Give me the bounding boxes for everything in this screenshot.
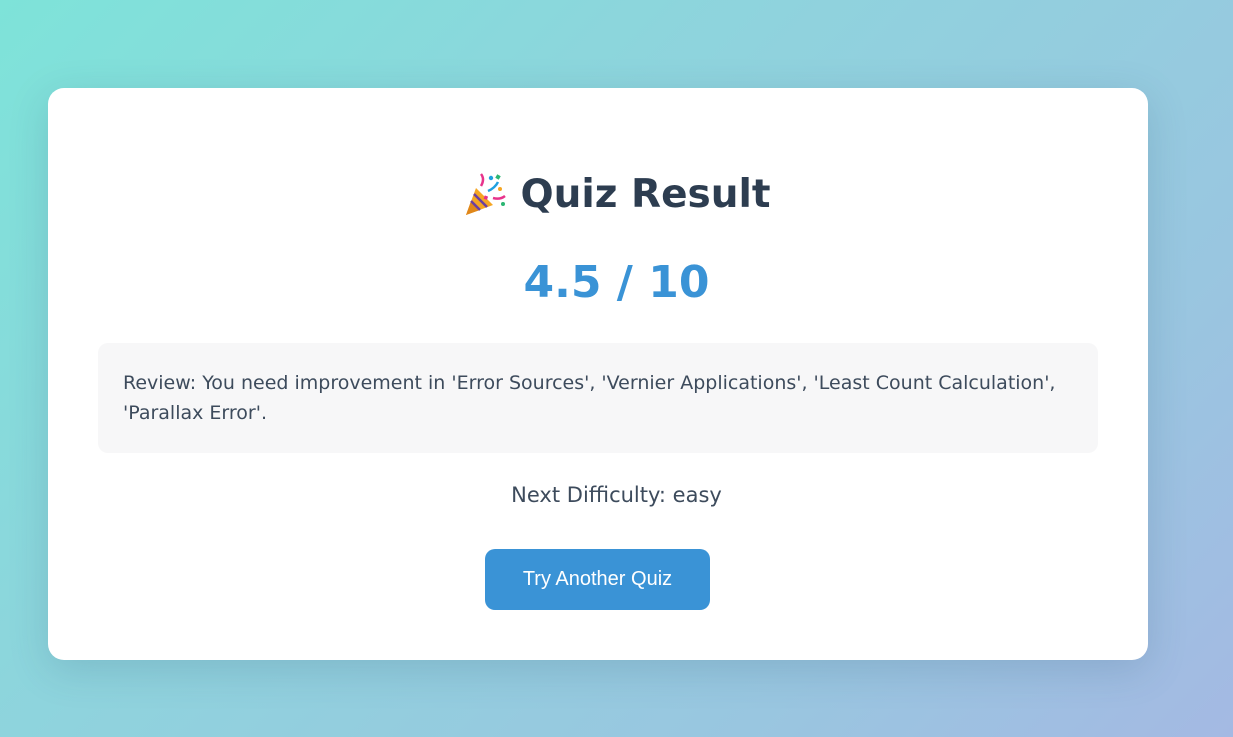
try-another-quiz-button[interactable]: Try Another Quiz [485, 549, 710, 610]
review-box: Review: You need improvement in 'Error S… [98, 343, 1098, 453]
score-value: 4.5 / 10 [523, 257, 710, 308]
next-difficulty: Next Difficulty: easy [511, 483, 722, 507]
result-title: Quiz Result [0, 170, 1233, 231]
party-popper-icon [462, 172, 508, 218]
review-text: Review: You need improvement in 'Error S… [123, 372, 1056, 424]
result-title-text: Quiz Result [520, 172, 771, 217]
